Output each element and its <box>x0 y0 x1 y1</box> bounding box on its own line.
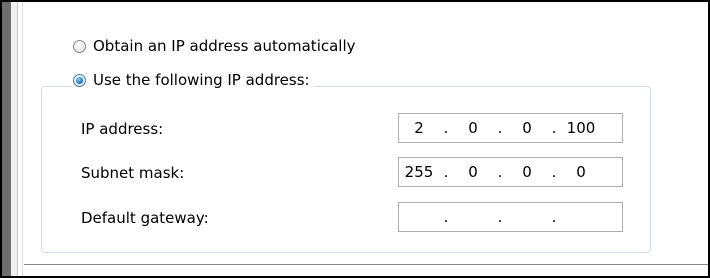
ipv4-settings-panel: Obtain an IP address automatically Use t… <box>24 2 708 264</box>
ip-octet-1[interactable]: 2 <box>399 119 439 137</box>
octet-separator: . <box>497 208 503 226</box>
subnet-octet-4[interactable]: 0 <box>561 163 601 181</box>
default-gateway-input[interactable]: . . . <box>398 202 623 232</box>
left-rail <box>11 2 18 276</box>
octet-separator: . <box>443 208 449 226</box>
ip-address-input[interactable]: 2 . 0 . 0 . 100 <box>398 113 623 143</box>
left-rail-divider <box>22 2 23 276</box>
subnet-octet-1[interactable]: 255 <box>399 163 439 181</box>
ip-octet-4[interactable]: 100 <box>561 119 601 137</box>
octet-separator: . <box>443 119 449 137</box>
obtain-ip-automatically-radio[interactable]: Obtain an IP address automatically <box>73 37 356 55</box>
octet-separator: . <box>443 163 449 181</box>
default-gateway-label: Default gateway: <box>81 209 209 227</box>
ip-octet-3[interactable]: 0 <box>507 119 547 137</box>
bottom-divider <box>24 264 708 265</box>
use-following-ip-label[interactable]: Use the following IP address: <box>93 71 310 89</box>
left-scroll-edge <box>2 2 11 276</box>
octet-separator: . <box>551 208 557 226</box>
subnet-octet-2[interactable]: 0 <box>453 163 493 181</box>
octet-separator: . <box>497 119 503 137</box>
ip-address-label: IP address: <box>81 120 164 138</box>
subnet-mask-label: Subnet mask: <box>81 164 185 182</box>
radio-unchecked-icon[interactable] <box>73 39 86 53</box>
subnet-mask-input[interactable]: 255 . 0 . 0 . 0 <box>398 157 623 187</box>
obtain-ip-automatically-label[interactable]: Obtain an IP address automatically <box>93 37 356 55</box>
dialog-frame: Obtain an IP address automatically Use t… <box>0 0 710 278</box>
radio-checked-icon[interactable] <box>73 73 86 87</box>
octet-separator: . <box>497 163 503 181</box>
ip-octet-2[interactable]: 0 <box>453 119 493 137</box>
subnet-octet-3[interactable]: 0 <box>507 163 547 181</box>
octet-separator: . <box>551 119 557 137</box>
octet-separator: . <box>551 163 557 181</box>
use-following-ip-radio[interactable]: Use the following IP address: <box>73 71 314 89</box>
